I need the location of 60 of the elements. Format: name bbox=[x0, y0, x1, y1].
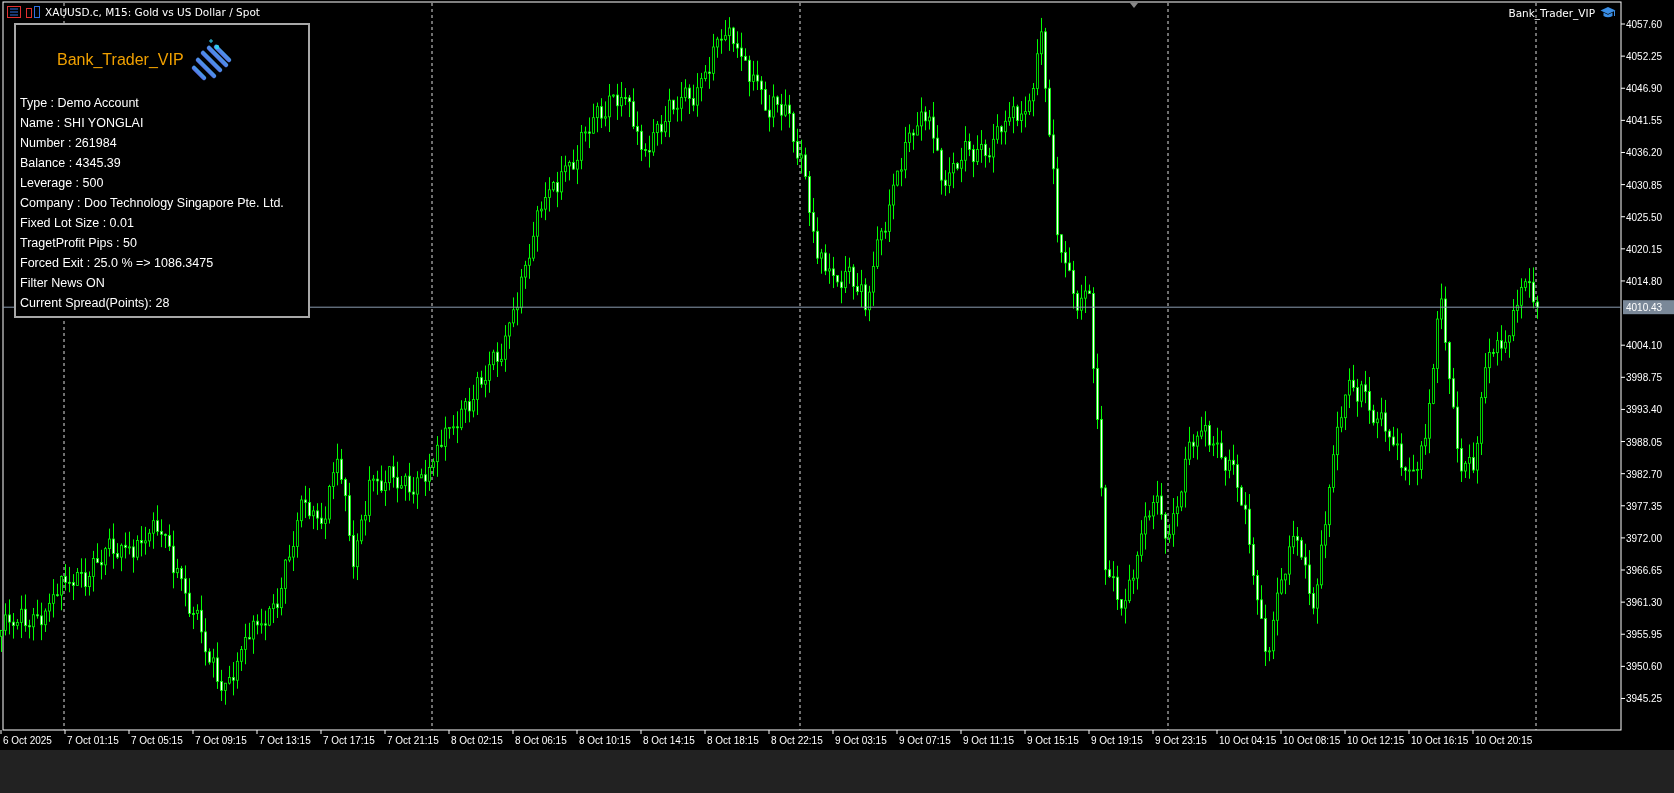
time-tick: 9 Oct 07:15 bbox=[896, 729, 951, 746]
price-tick: 3955.95 bbox=[1620, 629, 1663, 641]
info-line: Filter News ON bbox=[20, 275, 106, 292]
info-line: Leverage : 500 bbox=[20, 175, 105, 192]
price-tick: 3966.65 bbox=[1620, 565, 1663, 576]
chart-title: XAUUSD.c, M15: Gold vs US Dollar / Spot bbox=[45, 6, 260, 18]
time-tick: 10 Oct 20:15 bbox=[1472, 729, 1533, 746]
price-label: 4010.43 bbox=[1623, 300, 1674, 315]
time-tick: 8 Oct 02:15 bbox=[448, 729, 503, 746]
price-tick: 4036.20 bbox=[1620, 147, 1663, 159]
price-tick: 4014.80 bbox=[1620, 275, 1663, 287]
price-tick: 3993.40 bbox=[1620, 404, 1663, 416]
price-tick: 3977.35 bbox=[1620, 500, 1663, 512]
price-tick: 3998.75 bbox=[1620, 372, 1663, 384]
time-tick: 9 Oct 03:15 bbox=[832, 729, 887, 746]
time-tick: 9 Oct 15:15 bbox=[1024, 729, 1079, 746]
price-tick: 3972.00 bbox=[1620, 532, 1663, 544]
price-tick: 4041.55 bbox=[1620, 115, 1663, 127]
time-tick: 9 Oct 19:15 bbox=[1088, 729, 1143, 746]
info-line: TragetProfit Pips : 50 bbox=[20, 235, 138, 252]
info-line: Name : SHI YONGLAI bbox=[20, 115, 145, 132]
info-line: Forced Exit : 25.0 % => 1086.3475 bbox=[20, 255, 215, 272]
time-tick: 7 Oct 09:15 bbox=[192, 729, 247, 746]
price-tick: 4004.10 bbox=[1620, 340, 1663, 352]
price-tick: 3982.70 bbox=[1620, 468, 1663, 480]
time-tick: 8 Oct 14:15 bbox=[640, 729, 695, 746]
time-tick: 9 Oct 23:15 bbox=[1152, 729, 1207, 746]
time-tick: 8 Oct 06:15 bbox=[512, 729, 567, 746]
price-tick: 4030.85 bbox=[1620, 179, 1663, 191]
price-tick: 3988.05 bbox=[1620, 436, 1663, 448]
expert-name: Bank_Trader_VIP bbox=[1508, 6, 1595, 19]
price-tick: 4052.25 bbox=[1620, 51, 1663, 63]
info-line: Type : Demo Account bbox=[20, 95, 140, 112]
price-tick: 4025.50 bbox=[1620, 211, 1663, 223]
time-tick: 10 Oct 12:15 bbox=[1344, 729, 1405, 746]
price-tick: 3950.60 bbox=[1620, 661, 1663, 673]
time-tick: 6 Oct 2025 bbox=[0, 729, 52, 746]
price-tick: 4046.90 bbox=[1620, 83, 1663, 95]
time-tick: 7 Oct 05:15 bbox=[128, 729, 183, 746]
price-tick: 3961.30 bbox=[1620, 597, 1663, 609]
time-tick: 10 Oct 08:15 bbox=[1280, 729, 1341, 746]
time-tick: 10 Oct 16:15 bbox=[1408, 729, 1469, 746]
time-tick: 8 Oct 18:15 bbox=[704, 729, 759, 746]
time-tick: 7 Oct 17:15 bbox=[320, 729, 375, 746]
info-line: Balance : 4345.39 bbox=[20, 155, 122, 172]
price-tick: 3945.25 bbox=[1620, 693, 1663, 705]
info-line: Current Spread(Points): 28 bbox=[20, 295, 171, 312]
time-tick: 7 Oct 21:15 bbox=[384, 729, 439, 746]
info-line: Fixed Lot Size : 0.01 bbox=[20, 215, 135, 232]
panel-title: Bank_Trader_VIP bbox=[57, 51, 184, 69]
time-tick: 7 Oct 01:15 bbox=[64, 729, 119, 746]
time-tick: 10 Oct 04:15 bbox=[1216, 729, 1277, 746]
time-tick: 7 Oct 13:15 bbox=[256, 729, 311, 746]
info-line: Number : 261984 bbox=[20, 135, 118, 152]
price-tick: 4020.15 bbox=[1620, 243, 1663, 255]
time-tick: 8 Oct 22:15 bbox=[768, 729, 823, 746]
time-tick: 9 Oct 11:15 bbox=[960, 729, 1014, 746]
price-tick: 4057.60 bbox=[1620, 19, 1663, 30]
time-tick: 8 Oct 10:15 bbox=[576, 729, 631, 746]
info-line: Company : Doo Technology Singapore Pte. Ltd. bbox=[20, 195, 285, 212]
